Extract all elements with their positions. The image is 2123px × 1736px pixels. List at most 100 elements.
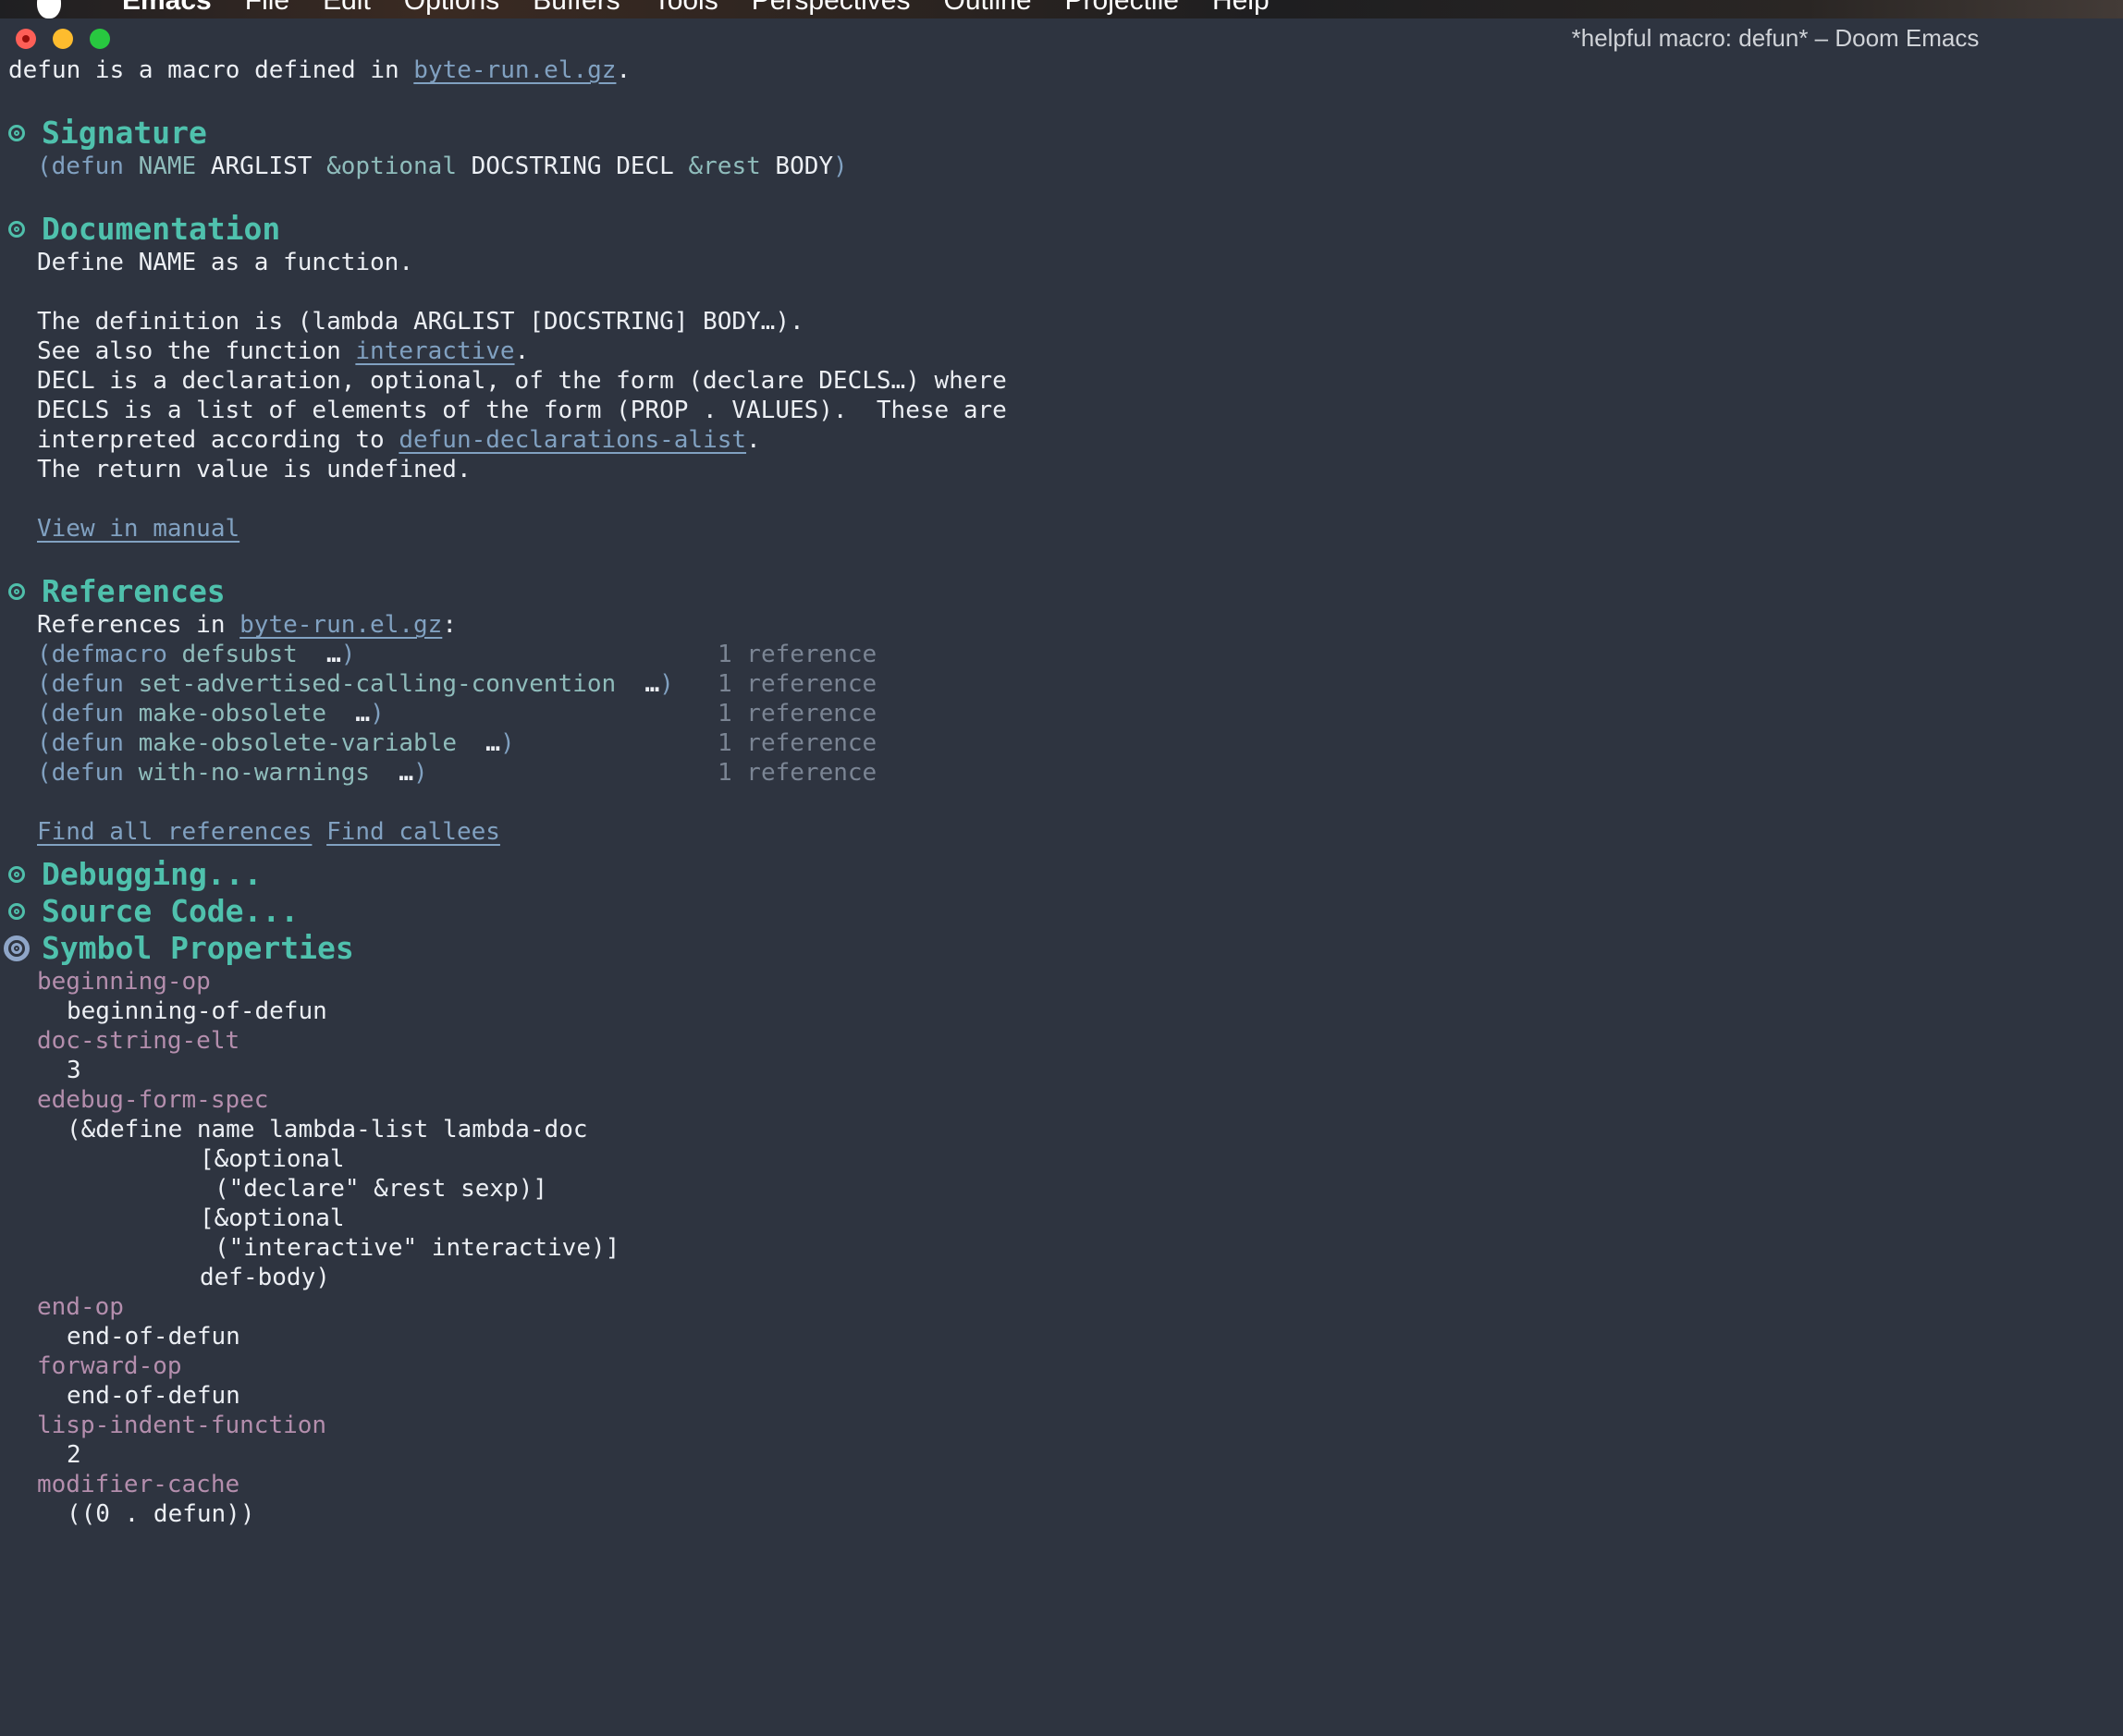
find-all-references-button[interactable]: Find all references bbox=[37, 818, 312, 846]
ref-name[interactable]: make-obsolete-variable bbox=[139, 729, 457, 757]
doc-text: . bbox=[746, 426, 761, 454]
sig-arglist: ARGLIST bbox=[210, 153, 313, 180]
section-bullet-icon[interactable] bbox=[8, 221, 25, 238]
close-window-button[interactable] bbox=[16, 29, 36, 49]
sig-decl: DECL bbox=[616, 153, 674, 180]
sig-docstring: DOCSTRING bbox=[471, 153, 602, 180]
property-value-line: [&optional bbox=[200, 1145, 345, 1173]
ref-kind: defun bbox=[51, 729, 124, 757]
doc-line: DECLS is a list of elements of the form … bbox=[37, 397, 1007, 424]
ref-name[interactable]: set-advertised-calling-convention bbox=[139, 670, 617, 698]
minimize-window-button[interactable] bbox=[53, 29, 73, 49]
menu-tools[interactable]: Tools bbox=[654, 0, 718, 18]
sig-body: BODY bbox=[775, 153, 834, 180]
doc-text: See also the function bbox=[37, 337, 356, 365]
intro-line: defun is a macro defined in byte-run.el.… bbox=[8, 55, 2123, 85]
property-value: 3 bbox=[67, 1057, 81, 1084]
section-debugging[interactable]: Debugging... bbox=[8, 856, 2123, 893]
ref-kind: defmacro bbox=[51, 641, 167, 668]
reference-item[interactable]: (defmacro defsubst …) 1 reference bbox=[8, 640, 2123, 669]
menu-buffers[interactable]: Buffers bbox=[533, 0, 620, 18]
ref-name[interactable]: defsubst bbox=[182, 641, 298, 668]
menu-outline[interactable]: Outline bbox=[943, 0, 1031, 18]
reference-item[interactable]: (defun with-no-warnings …) 1 reference bbox=[8, 758, 2123, 788]
section-symbol-properties[interactable]: Symbol Properties bbox=[4, 930, 2123, 967]
ref-ellipsis: … bbox=[399, 759, 414, 787]
ref-ellipsis: … bbox=[485, 729, 500, 757]
property-name: forward-op bbox=[37, 1352, 182, 1380]
menu-perspectives[interactable]: Perspectives bbox=[752, 0, 911, 18]
property-value: beginning-of-defun bbox=[67, 997, 327, 1025]
reference-item[interactable]: (defun make-obsolete …) 1 reference bbox=[8, 699, 2123, 728]
source-file-link[interactable]: byte-run.el.gz bbox=[413, 56, 616, 84]
property-value-line: [&optional bbox=[200, 1204, 345, 1232]
section-heading[interactable]: Debugging... bbox=[42, 856, 262, 893]
ref-kind: defun bbox=[51, 759, 124, 787]
references-file-link[interactable]: byte-run.el.gz bbox=[239, 611, 442, 639]
section-bullet-icon[interactable] bbox=[8, 125, 25, 141]
property-name: edebug-form-spec bbox=[37, 1086, 269, 1114]
sig-defun: defun bbox=[51, 153, 124, 180]
menu-help[interactable]: Help bbox=[1212, 0, 1270, 18]
references-intro: References in byte-run.el.gz: bbox=[8, 610, 2123, 640]
zoom-window-button[interactable] bbox=[90, 29, 110, 49]
doc-line: The return value is undefined. bbox=[37, 456, 472, 483]
section-heading[interactable]: References bbox=[42, 573, 226, 610]
sig-paren-open: ( bbox=[37, 153, 52, 180]
section-bullet-icon[interactable] bbox=[8, 583, 25, 600]
section-bullet-icon[interactable] bbox=[8, 903, 25, 920]
macos-menu-bar: Emacs File Edit Options Buffers Tools Pe… bbox=[0, 0, 2123, 18]
section-heading[interactable]: Source Code... bbox=[42, 893, 299, 930]
property-value: 2 bbox=[67, 1441, 81, 1469]
section-heading[interactable]: Signature bbox=[42, 115, 207, 152]
menu-edit[interactable]: Edit bbox=[323, 0, 371, 18]
property-value: end-of-defun bbox=[67, 1382, 240, 1410]
property-value-line: ("interactive" interactive)] bbox=[215, 1234, 620, 1262]
property-value-line: def-body) bbox=[200, 1264, 330, 1291]
ref-ellipsis: … bbox=[326, 641, 341, 668]
helpful-buffer[interactable]: defun is a macro defined in byte-run.el.… bbox=[4, 55, 2123, 1529]
section-source-code[interactable]: Source Code... bbox=[8, 893, 2123, 930]
doc-line: The definition is (lambda ARGLIST [DOCST… bbox=[37, 308, 804, 336]
apple-logo-icon[interactable] bbox=[37, 0, 61, 18]
section-bullet-icon[interactable] bbox=[8, 866, 25, 883]
ref-count: 1 reference bbox=[718, 729, 877, 757]
find-callees-button[interactable]: Find callees bbox=[326, 818, 500, 846]
doc-text: . bbox=[514, 337, 530, 365]
signature-line: (defun NAME ARGLIST &optional DOCSTRING … bbox=[8, 152, 2123, 181]
sig-name: NAME bbox=[138, 153, 197, 180]
ref-intro-text: References in bbox=[37, 611, 240, 639]
section-bullet-icon-cursor[interactable] bbox=[4, 935, 30, 961]
ref-intro-suffix: : bbox=[442, 611, 457, 639]
ref-count: 1 reference bbox=[718, 700, 877, 727]
property-name: lisp-indent-function bbox=[37, 1412, 327, 1439]
doc-line: interpreted according to defun-declarati… bbox=[8, 425, 2123, 455]
menu-app-emacs[interactable]: Emacs bbox=[122, 0, 212, 18]
section-documentation[interactable]: Documentation bbox=[8, 211, 2123, 248]
ref-name[interactable]: with-no-warnings bbox=[139, 759, 370, 787]
interactive-link[interactable]: interactive bbox=[355, 337, 514, 365]
ref-count: 1 reference bbox=[718, 670, 877, 698]
ref-count: 1 reference bbox=[718, 759, 877, 787]
menu-projectile[interactable]: Projectile bbox=[1065, 0, 1179, 18]
reference-item[interactable]: (defun make-obsolete-variable …) 1 refere… bbox=[8, 728, 2123, 758]
doc-text: interpreted according to bbox=[37, 426, 399, 454]
ref-count: 1 reference bbox=[718, 641, 877, 668]
section-heading[interactable]: Documentation bbox=[42, 211, 280, 248]
section-references[interactable]: References bbox=[8, 573, 2123, 610]
doc-line: Define NAME as a function. bbox=[37, 249, 413, 276]
ref-name[interactable]: make-obsolete bbox=[139, 700, 327, 727]
section-heading[interactable]: Symbol Properties bbox=[42, 930, 354, 967]
section-signature[interactable]: Signature bbox=[8, 115, 2123, 152]
reference-item[interactable]: (defun set-advertised-calling-convention… bbox=[8, 669, 2123, 699]
ref-ellipsis: … bbox=[644, 670, 660, 698]
view-in-manual-link[interactable]: View in manual bbox=[37, 515, 239, 543]
property-name: beginning-op bbox=[37, 968, 211, 996]
menu-options[interactable]: Options bbox=[404, 0, 499, 18]
property-name: end-op bbox=[37, 1293, 124, 1321]
sig-paren-close: ) bbox=[833, 153, 848, 180]
defun-declarations-alist-link[interactable]: defun-declarations-alist bbox=[399, 426, 746, 454]
menu-file[interactable]: File bbox=[245, 0, 289, 18]
property-value-line: ("declare" &rest sexp)] bbox=[215, 1175, 548, 1203]
property-value-line: (&define name lambda-list lambda-doc bbox=[67, 1116, 588, 1143]
